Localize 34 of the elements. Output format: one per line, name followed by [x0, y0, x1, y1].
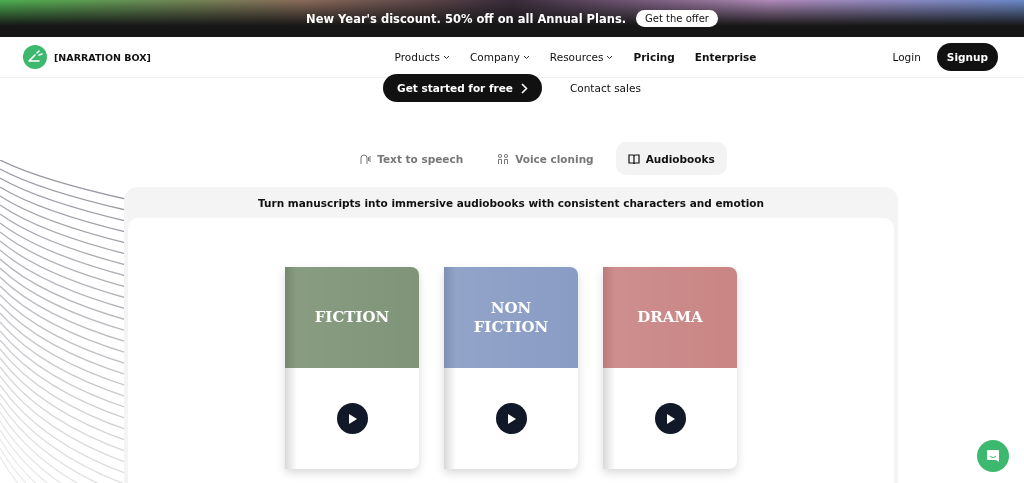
nav-link[interactable]: Company	[469, 51, 530, 63]
logo-text: [NARRATION BOX]	[54, 51, 151, 63]
login-link[interactable]: Login	[892, 51, 921, 63]
voice-icon	[359, 152, 372, 165]
play-icon	[665, 413, 675, 424]
signup-button[interactable]: Signup	[936, 43, 998, 71]
contact-sales-link[interactable]: Contact sales	[569, 82, 641, 94]
nav-link[interactable]: Products	[394, 51, 450, 63]
tab[interactable]: Audiobooks	[615, 142, 727, 175]
play-button[interactable]	[336, 403, 368, 434]
chevron-down-icon	[442, 54, 450, 60]
play-button[interactable]	[654, 403, 686, 434]
banner-text: New Year's discount. 50% off on all Annual Plans.	[306, 11, 627, 26]
panel-title: Turn manuscripts into immersive audiobooks with consistent characters and emotion	[257, 196, 765, 211]
nav-link[interactable]: Pricing	[633, 51, 675, 63]
chevron-down-icon	[522, 54, 530, 60]
nav-link[interactable]: Resources	[549, 51, 614, 63]
people-icon	[497, 152, 510, 165]
play-button[interactable]	[495, 403, 527, 434]
book-icon	[627, 152, 640, 165]
play-icon	[506, 413, 516, 424]
play-icon	[347, 413, 357, 424]
chevron-right-icon	[520, 82, 528, 94]
logo-icon	[23, 45, 47, 69]
tab[interactable]: Voice cloning	[485, 142, 606, 175]
book-title: DRAMA	[636, 308, 704, 327]
chat-icon	[986, 449, 1000, 463]
nav-link[interactable]: Enterprise	[694, 51, 757, 63]
book-title: NON FICTION	[472, 298, 550, 337]
get-started-button[interactable]: Get started for free	[383, 74, 542, 102]
tab[interactable]: Text to speech	[347, 142, 476, 175]
chevron-down-icon	[606, 54, 614, 60]
offer-button[interactable]: Get the offer	[636, 10, 718, 27]
book-title: FICTION	[313, 308, 391, 327]
